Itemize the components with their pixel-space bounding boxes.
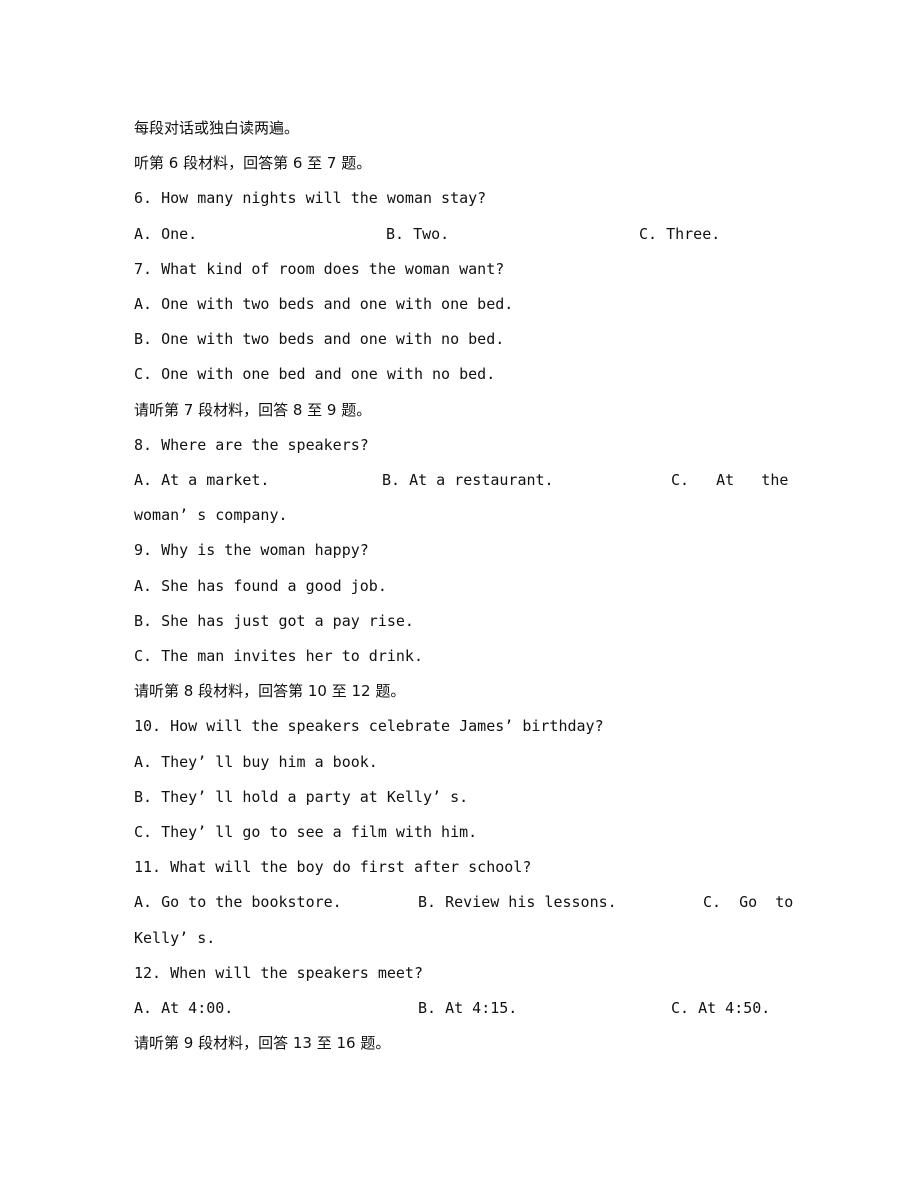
option-b: B. At 4:15. bbox=[418, 999, 518, 1017]
option-b: B. Review his lessons. bbox=[418, 893, 617, 911]
question-text: 8. Where are the speakers? bbox=[134, 436, 369, 454]
option-c: C. Three. bbox=[639, 225, 721, 243]
option-b: B. At a restaurant. bbox=[382, 471, 554, 489]
option-c: C. Go to bbox=[703, 893, 794, 911]
section-instruction: 请听第 9 段材料，回答 13 至 16 题。 bbox=[134, 1034, 391, 1052]
question-text: 6. How many nights will the woman stay? bbox=[134, 189, 487, 207]
option-c: C. At the bbox=[671, 471, 789, 489]
option-text: A. She has found a good job. bbox=[134, 577, 387, 595]
question-text: 12. When will the speakers meet? bbox=[134, 964, 423, 982]
option-text: C. They’ ll go to see a film with him. bbox=[134, 823, 478, 841]
option-c: C. At 4:50. bbox=[671, 999, 771, 1017]
option-text: woman’ s company. bbox=[134, 506, 288, 524]
section-instruction: 请听第 8 段材料，回答第 10 至 12 题。 bbox=[134, 682, 406, 700]
option-a: A. At 4:00. bbox=[134, 999, 234, 1017]
section-instruction: 听第 6 段材料，回答第 6 至 7 题。 bbox=[134, 154, 372, 172]
option-text: B. They’ ll hold a party at Kelly’ s. bbox=[134, 788, 469, 806]
option-text: Kelly’ s. bbox=[134, 929, 216, 947]
option-text: B. One with two beds and one with no bed… bbox=[134, 330, 505, 348]
question-text: 10. How will the speakers celebrate Jame… bbox=[134, 717, 604, 735]
option-a: A. At a market. bbox=[134, 471, 270, 489]
question-text: 9. Why is the woman happy? bbox=[134, 541, 369, 559]
section-instruction: 请听第 7 段材料，回答 8 至 9 题。 bbox=[134, 401, 372, 419]
option-b: B. Two. bbox=[386, 225, 450, 243]
option-text: A. They’ ll buy him a book. bbox=[134, 753, 378, 771]
question-text: 11. What will the boy do first after sch… bbox=[134, 858, 532, 876]
option-a: A. Go to the bookstore. bbox=[134, 893, 342, 911]
section-instruction: 每段对话或独白读两遍。 bbox=[134, 119, 300, 137]
question-text: 7. What kind of room does the woman want… bbox=[134, 260, 505, 278]
option-text: B. She has just got a pay rise. bbox=[134, 612, 414, 630]
option-text: A. One with two beds and one with one be… bbox=[134, 295, 514, 313]
option-a: A. One. bbox=[134, 225, 198, 243]
option-text: C. The man invites her to drink. bbox=[134, 647, 423, 665]
option-text: C. One with one bed and one with no bed. bbox=[134, 365, 496, 383]
